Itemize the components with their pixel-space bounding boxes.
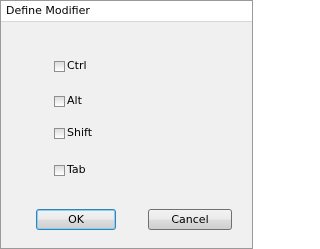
ctrl-option[interactable]: Ctrl <box>54 59 87 73</box>
shift-checkbox[interactable] <box>54 127 65 139</box>
tab-option[interactable]: Tab <box>54 163 86 177</box>
tab-label[interactable]: Tab <box>67 163 86 177</box>
define-modifier-dialog: Define Modifier Ctrl Alt Shift Tab OK Ca… <box>0 0 253 249</box>
alt-checkbox[interactable] <box>54 95 65 107</box>
shift-option[interactable]: Shift <box>54 126 92 140</box>
alt-option[interactable]: Alt <box>54 94 82 108</box>
alt-label[interactable]: Alt <box>67 94 82 108</box>
ctrl-checkbox[interactable] <box>54 60 65 72</box>
ok-button[interactable]: OK <box>36 209 116 230</box>
tab-checkbox[interactable] <box>54 164 65 176</box>
cancel-button[interactable]: Cancel <box>148 209 232 230</box>
title-bar[interactable]: Define Modifier <box>1 1 252 22</box>
dialog-title: Define Modifier <box>6 4 90 17</box>
ctrl-label[interactable]: Ctrl <box>67 59 87 73</box>
shift-label[interactable]: Shift <box>67 126 92 140</box>
